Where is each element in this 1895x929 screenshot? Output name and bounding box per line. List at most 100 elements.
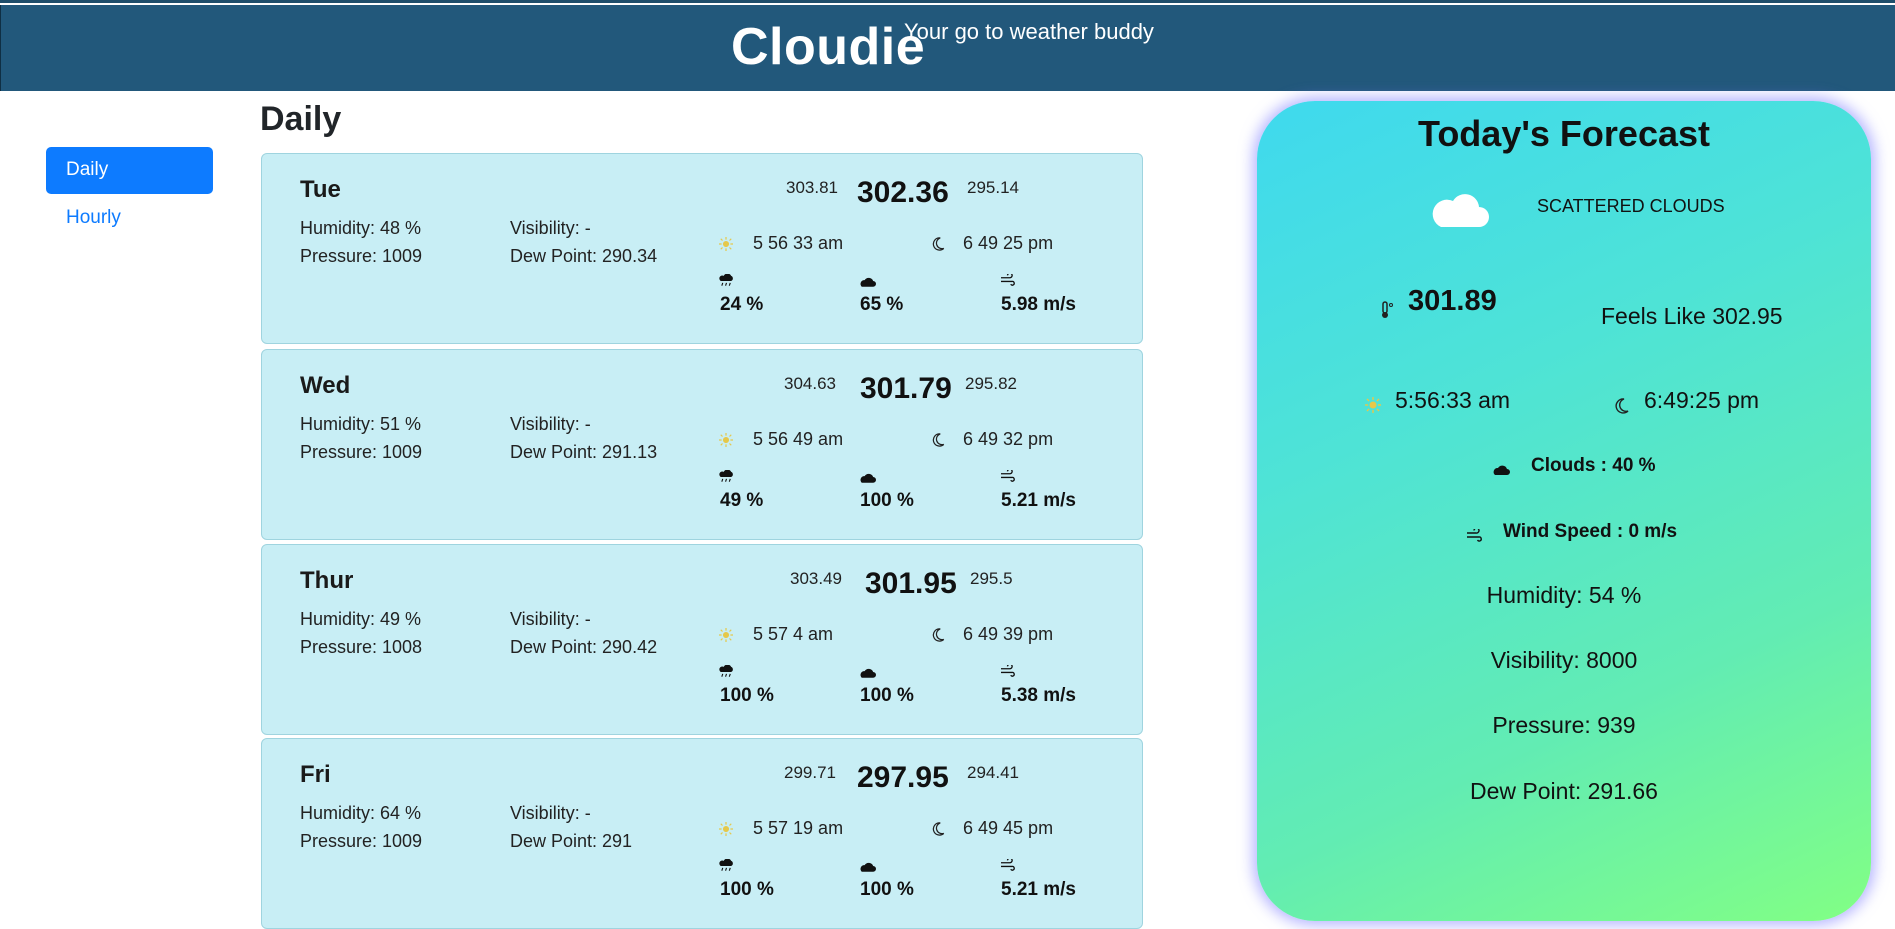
day-wind: 5.21 m/s <box>1001 490 1076 511</box>
sun-icon <box>719 628 735 642</box>
day-name: Fri <box>300 761 331 788</box>
day-sunset: 6 49 32 pm <box>963 429 1054 449</box>
forecast-temp: 301.89 <box>1408 285 1497 317</box>
day-card: Thur Humidity: 49 % Pressure: 1008 Visibili… <box>261 544 1143 735</box>
day-visibility: Visibility: - <box>510 414 591 434</box>
forecast-dew-point: Dew Point: 291.66 <box>1470 778 1658 804</box>
wind-icon <box>1467 529 1482 542</box>
forecast-pressure: Pressure: 939 <box>1492 712 1636 738</box>
day-temp-max: 303.81 <box>786 178 838 197</box>
day-name: Tue <box>300 176 341 203</box>
day-clouds: 100 % <box>860 685 914 706</box>
sun-icon <box>1365 397 1381 413</box>
day-rain: 49 % <box>720 490 764 511</box>
day-rain: 100 % <box>720 879 774 900</box>
day-sunrise: 5 56 33 am <box>753 233 844 253</box>
day-temp-max: 304.63 <box>784 374 836 393</box>
day-wind: 5.38 m/s <box>1001 685 1076 706</box>
day-temp: 301.95 <box>865 567 957 600</box>
day-sunset: 6 49 25 pm <box>963 233 1054 253</box>
day-temp: 302.36 <box>857 176 949 209</box>
app-tagline: Your go to weather buddy <box>904 19 1154 44</box>
day-dew-point: Dew Point: 290.34 <box>510 246 658 266</box>
page-title: Daily <box>260 100 342 138</box>
moon-icon <box>932 822 948 836</box>
day-visibility: Visibility: - <box>510 803 591 823</box>
day-temp-max: 299.71 <box>784 763 836 782</box>
cloud-icon <box>1432 194 1489 227</box>
day-sunset: 6 49 39 pm <box>963 624 1054 644</box>
wind-icon <box>1000 663 1016 679</box>
rain-icon <box>719 469 735 484</box>
day-temp: 301.79 <box>860 372 952 405</box>
day-dew-point: Dew Point: 291 <box>510 831 633 851</box>
sidebar-item-hourly[interactable]: Hourly <box>46 195 213 242</box>
day-wind: 5.21 m/s <box>1001 879 1076 900</box>
forecast-condition: SCATTERED CLOUDS <box>1537 196 1725 216</box>
forecast-title: Today's Forecast <box>1418 113 1710 154</box>
thermometer-icon <box>1382 301 1393 318</box>
cloud-icon <box>859 275 876 289</box>
sun-icon <box>719 822 735 836</box>
day-pressure: Pressure: 1009 <box>300 831 423 851</box>
moon-icon <box>932 628 948 642</box>
day-sunrise: 5 57 19 am <box>753 818 844 838</box>
day-card: Fri Humidity: 64 % Pressure: 1009 Visibilit… <box>261 738 1143 929</box>
top-border <box>0 0 1895 3</box>
app-title: Cloudie <box>731 18 926 76</box>
sun-icon <box>719 433 735 447</box>
wind-icon <box>1000 272 1016 288</box>
day-temp-min: 294.41 <box>967 763 1019 782</box>
rain-icon <box>719 273 735 288</box>
forecast-sunrise: 5:56:33 am <box>1395 387 1511 413</box>
cloud-icon <box>859 471 876 485</box>
day-rain: 24 % <box>720 294 764 315</box>
day-temp: 297.95 <box>857 761 949 794</box>
day-humidity: Humidity: 48 % <box>300 218 422 238</box>
cloud-small-icon <box>1493 465 1510 475</box>
day-name: Thur <box>300 567 354 594</box>
forecast-humidity: Humidity: 54 % <box>1486 582 1642 608</box>
day-pressure: Pressure: 1009 <box>300 246 423 266</box>
day-humidity: Humidity: 64 % <box>300 803 422 823</box>
day-rain: 100 % <box>720 685 774 706</box>
forecast-visibility: Visibility: 8000 <box>1490 647 1638 673</box>
forecast-wind: Wind Speed : 0 m/s <box>1503 521 1678 542</box>
forecast-feels-like: Feels Like 302.95 <box>1601 303 1783 329</box>
rain-icon <box>719 858 735 873</box>
sidebar-item-daily[interactable]: Daily <box>46 147 213 194</box>
day-temp-min: 295.14 <box>967 178 1019 197</box>
cloud-icon <box>859 860 876 874</box>
app-header: Cloudie Your go to weather buddy <box>0 5 1895 91</box>
day-visibility: Visibility: - <box>510 218 591 238</box>
day-sunrise: 5 57 4 am <box>753 624 834 644</box>
moon-icon <box>932 433 948 447</box>
day-humidity: Humidity: 49 % <box>300 609 422 629</box>
cloud-icon <box>859 666 876 680</box>
sun-icon <box>719 237 735 251</box>
wind-icon <box>1000 857 1016 873</box>
day-humidity: Humidity: 51 % <box>300 414 422 434</box>
day-pressure: Pressure: 1008 <box>300 637 423 657</box>
day-card: Tue Humidity: 48 % Pressure: 1009 Visibilit… <box>261 153 1143 344</box>
day-clouds: 65 % <box>860 294 904 315</box>
day-dew-point: Dew Point: 290.42 <box>510 637 658 657</box>
day-temp-min: 295.5 <box>970 569 1013 588</box>
day-temp-min: 295.82 <box>965 374 1017 393</box>
day-temp-max: 303.49 <box>790 569 842 588</box>
day-dew-point: Dew Point: 291.13 <box>510 442 658 462</box>
day-pressure: Pressure: 1009 <box>300 442 423 462</box>
forecast-clouds: Clouds : 40 % <box>1531 455 1656 476</box>
day-sunrise: 5 56 49 am <box>753 429 844 449</box>
today-forecast-panel: Today's Forecast SCATTERED CLOUDS 301.89… <box>1257 101 1871 921</box>
forecast-sunset: 6:49:25 pm <box>1644 387 1760 413</box>
day-visibility: Visibility: - <box>510 609 591 629</box>
rain-icon <box>719 664 735 679</box>
day-sunset: 6 49 45 pm <box>963 818 1054 838</box>
wind-icon <box>1000 468 1016 484</box>
day-wind: 5.98 m/s <box>1001 294 1076 315</box>
day-card: Wed Humidity: 51 % Pressure: 1009 Visibilit… <box>261 349 1143 540</box>
day-clouds: 100 % <box>860 490 914 511</box>
moon-icon <box>1615 398 1629 414</box>
moon-icon <box>932 237 948 251</box>
